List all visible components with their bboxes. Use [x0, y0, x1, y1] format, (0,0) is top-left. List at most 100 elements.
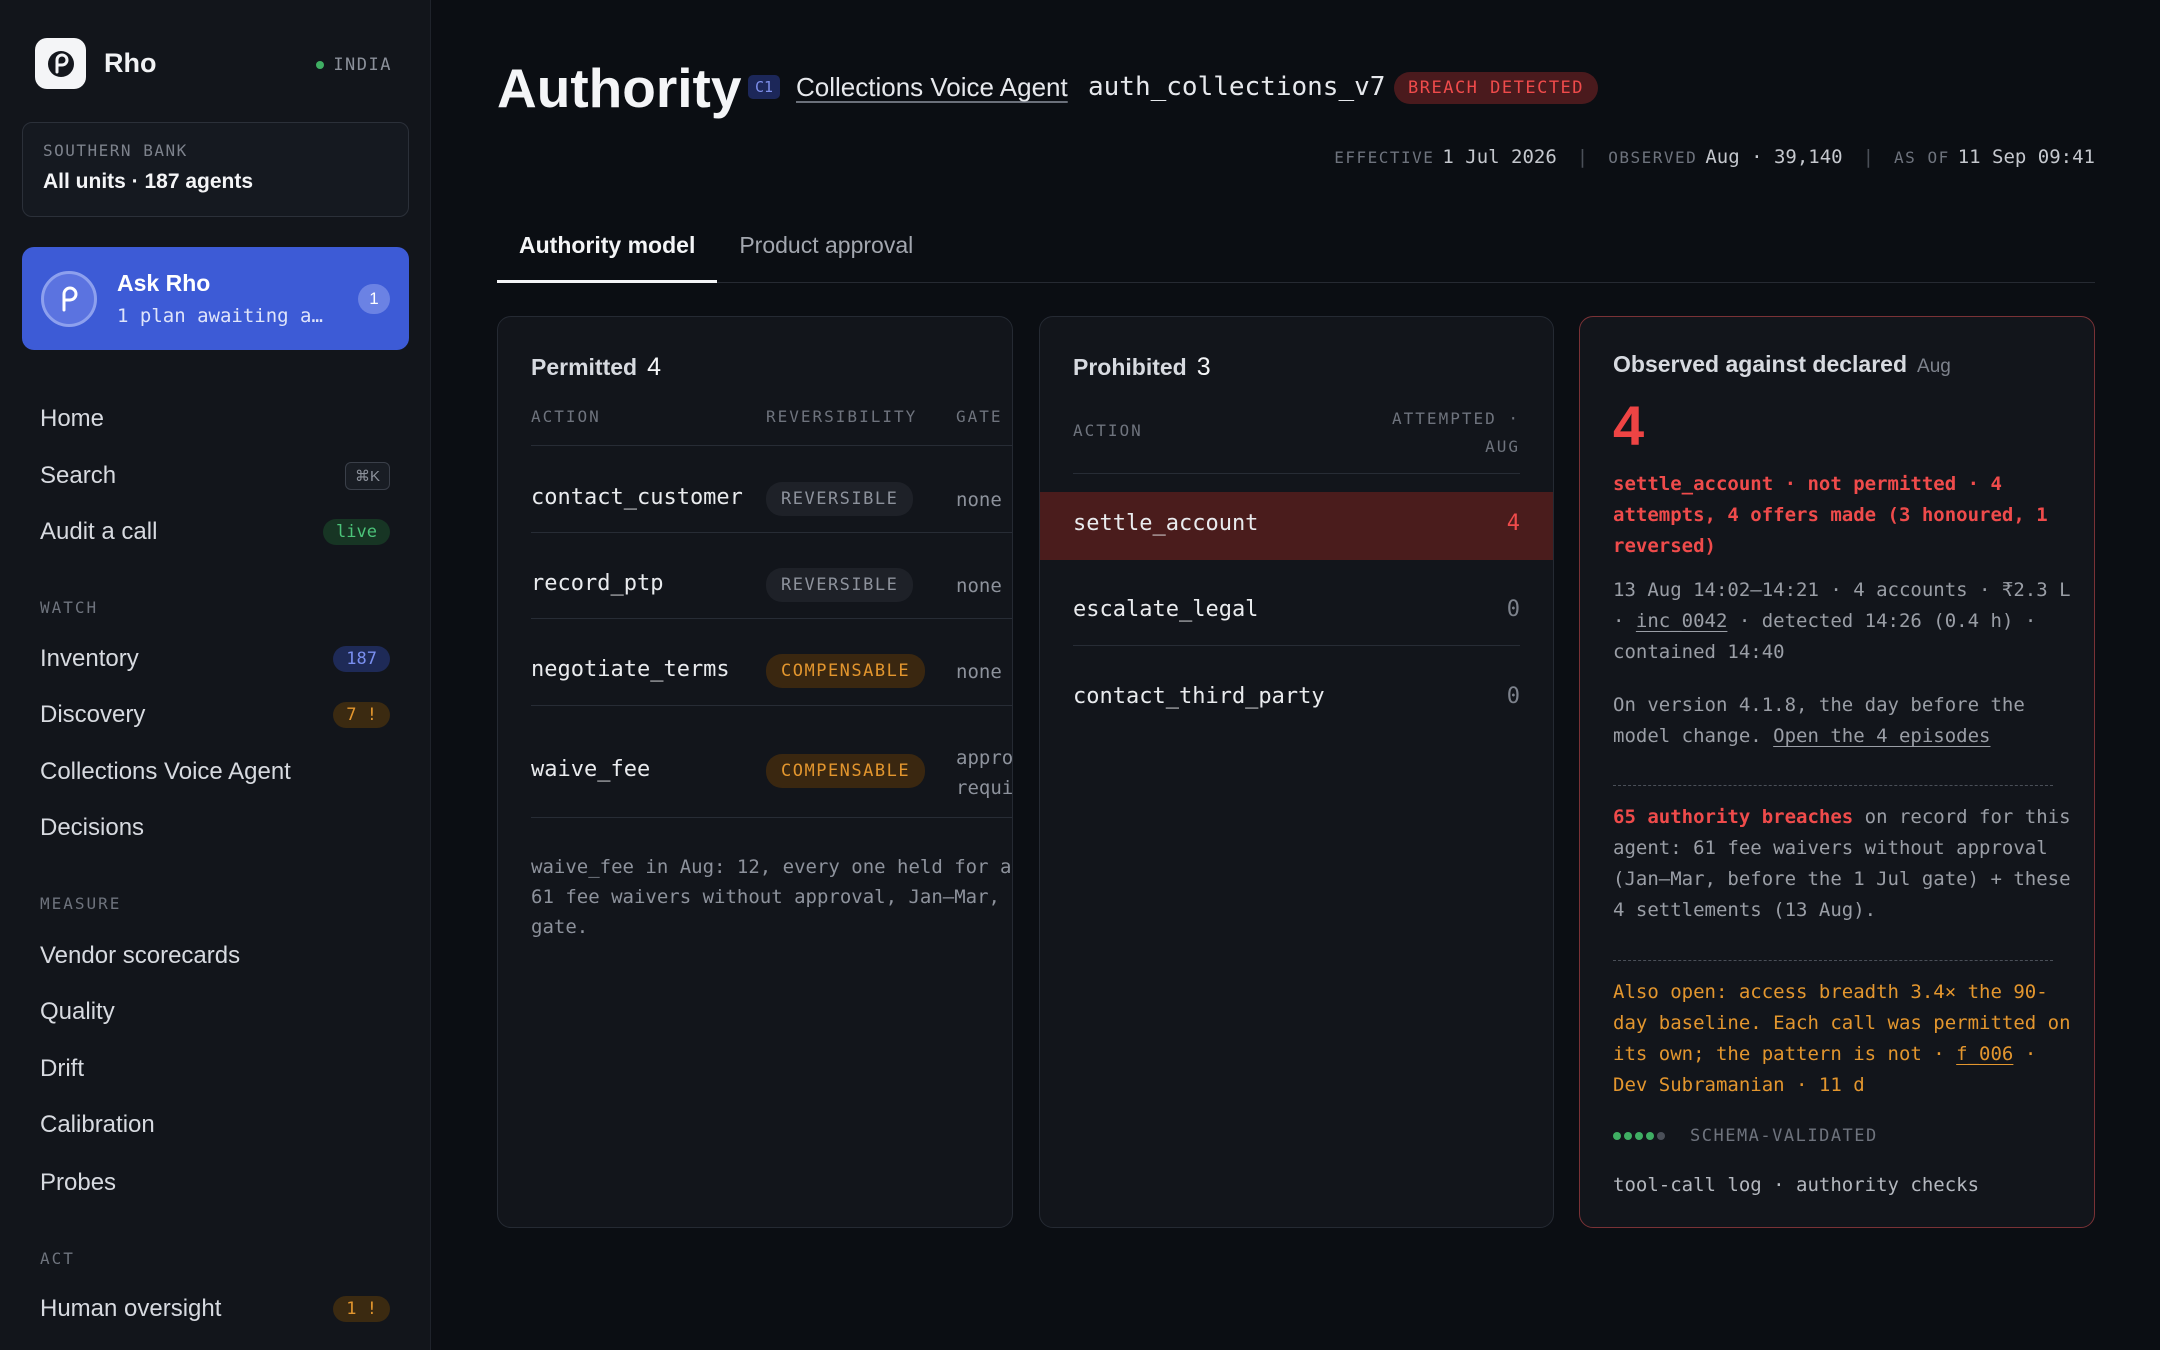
nav-calibration[interactable]: Calibration [40, 1105, 390, 1145]
agent-id: auth_collections_v7 [1088, 72, 1386, 102]
tab-authority-model[interactable]: Authority model [497, 222, 718, 283]
note-line: waive_fee in Aug: 12, every one held for… [531, 856, 1013, 878]
nav-drift[interactable]: Drift [40, 1049, 390, 1089]
reversibility-badge: REVERSIBLE [766, 568, 914, 602]
ask-count-badge: 1 [358, 283, 390, 314]
observed-title: Observed against declared [1613, 351, 1908, 377]
page-title: Authority [497, 57, 742, 119]
effective-label: EFFECTIVE [1334, 147, 1435, 167]
attempt-count: 0 [1506, 597, 1520, 622]
version-note: On version 4.1.8, the day before the mod… [1613, 690, 2073, 752]
region-indicator: INDIA [316, 55, 392, 75]
breach-row[interactable]: settle_account 4 [1040, 492, 1553, 560]
gate-value: none [956, 575, 1002, 597]
observed-card: Observed against declared Aug 4 settle_ac… [1579, 316, 2095, 1228]
nav-label: Calibration [40, 1111, 155, 1138]
action-name: settle_account [1073, 511, 1259, 536]
ask-rho-button[interactable]: Ask Rho 1 plan awaiting a… 1 [22, 247, 409, 350]
prohibited-card: Prohibited 3 ACTION ATTEMPTED · AUG settl… [1039, 316, 1554, 1228]
observed-value: Aug · 39,140 [1705, 146, 1843, 168]
status-dot-icon [316, 61, 325, 69]
incident-link[interactable]: inc_0042 [1636, 610, 1728, 632]
column-header-reversibility: REVERSIBILITY [766, 407, 918, 426]
rho-avatar-icon [41, 270, 97, 327]
divider [531, 817, 1012, 818]
gate-value: approva require [956, 743, 1013, 803]
section-act: ACT [40, 1249, 75, 1268]
open-episodes-link[interactable]: Open the 4 episodes [1773, 725, 1990, 747]
divider [531, 532, 1012, 533]
ask-subtitle: 1 plan awaiting a… [117, 305, 323, 327]
dot-icon [1635, 1132, 1643, 1140]
nav-human-oversight[interactable]: Human oversight 1 ! [40, 1289, 390, 1329]
agent-link[interactable]: Collections Voice Agent [796, 72, 1068, 103]
nav-label: Quality [40, 998, 115, 1025]
nav-decisions[interactable]: Decisions [40, 808, 390, 848]
breach-history: 65 authority breaches on record for this… [1613, 802, 2073, 926]
nav-collections-voice-agent[interactable]: Collections Voice Agent [40, 752, 390, 792]
live-badge: live [323, 519, 390, 545]
asof-value: 11 Sep 09:41 [1957, 146, 2095, 168]
nav-label: Discovery [40, 701, 146, 728]
tier-badge: C1 [748, 75, 781, 99]
section-watch: WATCH [40, 598, 99, 617]
divider: | [1576, 146, 1589, 168]
nav-label: Audit a call [40, 518, 158, 545]
breach-summary: settle_account · not permitted · 4 attem… [1613, 473, 2048, 557]
brand[interactable]: Rho [35, 38, 156, 89]
sidebar: Rho INDIA SOUTHERN BANK All units · 187 … [0, 0, 431, 1350]
permitted-card: Permitted 4 ACTION REVERSIBILITY GATE con… [497, 316, 1013, 1228]
nav-audit-call[interactable]: Audit a call live [40, 512, 390, 552]
reversibility-badge: COMPENSABLE [766, 654, 926, 688]
gate-line: approva [956, 747, 1013, 769]
region-label: INDIA [333, 55, 392, 75]
gate-value: none [956, 489, 1002, 511]
effective-value: 1 Jul 2026 [1442, 146, 1557, 168]
gate-line: require [956, 777, 1013, 799]
org-label: SOUTHERN BANK [43, 141, 188, 160]
meta-bar: EFFECTIVE 1 Jul 2026 | OBSERVED Aug · 39… [1334, 146, 2095, 168]
divider [531, 705, 1012, 706]
action-name: negotiate_terms [531, 657, 730, 682]
gate-value: none [956, 661, 1002, 683]
dot-icon [1613, 1132, 1621, 1140]
card-title: Permitted 4 [531, 353, 661, 382]
nav-probes[interactable]: Probes [40, 1163, 390, 1203]
nav-quality[interactable]: Quality [40, 992, 390, 1032]
nav-inventory[interactable]: Inventory 187 [40, 639, 390, 679]
validation-indicator: SCHEMA-VALIDATED [1613, 1126, 1878, 1146]
alert-badge: 7 ! [333, 702, 390, 728]
shortcut-badge: ⌘K [344, 462, 390, 490]
action-name: waive_fee [531, 757, 651, 782]
reversibility-badge: REVERSIBLE [766, 482, 914, 516]
nav-label: Human oversight [40, 1295, 222, 1322]
nav-label: Search [40, 462, 117, 489]
finding-link[interactable]: f_006 [1956, 1043, 2013, 1065]
dot-icon [1646, 1132, 1654, 1140]
column-header-action: ACTION [1073, 421, 1143, 440]
reversibility-badge: COMPENSABLE [766, 754, 926, 788]
nav-label: Vendor scorecards [40, 942, 241, 969]
permitted-count: 4 [647, 353, 661, 381]
action-name: escalate_legal [1073, 597, 1259, 622]
nav-home[interactable]: Home [40, 399, 390, 439]
nav-search[interactable]: Search ⌘K [40, 456, 390, 496]
nav-discovery[interactable]: Discovery 7 ! [40, 695, 390, 735]
breach-history-strong: 65 authority breaches [1613, 806, 1854, 828]
incident-detail: 13 Aug 14:02–14:21 · 4 accounts · ₹2.3 L… [1613, 575, 2073, 668]
breach-count: 4 [1613, 394, 1645, 457]
nav-vendor-scorecards[interactable]: Vendor scorecards [40, 936, 390, 976]
action-name: contact_customer [531, 485, 743, 510]
org-switcher[interactable]: SOUTHERN BANK All units · 187 agents [22, 122, 409, 217]
attempt-count: 0 [1506, 684, 1520, 709]
card-title: Prohibited 3 [1073, 353, 1211, 382]
tab-product-approval[interactable]: Product approval [717, 222, 935, 283]
divider [531, 445, 1012, 446]
column-header-attempted: ATTEMPTED · AUG [1392, 405, 1520, 461]
header-line: ATTEMPTED · [1392, 409, 1520, 428]
header-line: AUG [1485, 437, 1520, 456]
app-name: Rho [104, 48, 157, 78]
note-line: 61 fee waivers without approval, Jan–Mar… [531, 886, 1013, 908]
divider [1073, 645, 1520, 646]
prohibited-title: Prohibited [1073, 354, 1187, 380]
